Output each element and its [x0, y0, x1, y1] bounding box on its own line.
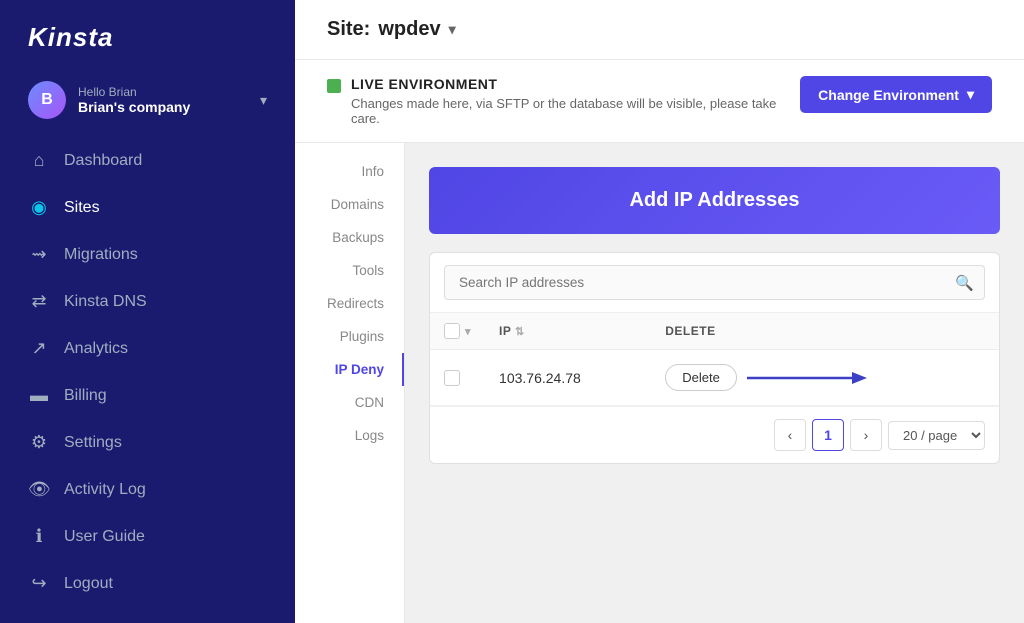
sidebar: Kinsta B Hello Brian Brian's company ▾ ⌂… — [0, 0, 295, 623]
search-input-wrap: 🔍 — [444, 265, 985, 300]
logo: Kinsta — [0, 0, 295, 71]
sidebar-item-analytics[interactable]: ↗ Analytics — [0, 325, 295, 372]
site-chevron-icon: ▾ — [449, 21, 456, 38]
sidebar-item-label: User Guide — [64, 528, 145, 546]
sub-nav-backups[interactable]: Backups — [295, 221, 404, 254]
billing-icon: ▬ — [28, 385, 50, 406]
ip-value: 103.76.24.78 — [485, 350, 651, 406]
env-text: LIVE ENVIRONMENT Changes made here, via … — [351, 76, 800, 126]
content-area: LIVE ENVIRONMENT Changes made here, via … — [295, 60, 1024, 623]
pagination-row: ‹ 1 › 20 / page — [430, 406, 999, 463]
prev-page-button[interactable]: ‹ — [774, 419, 806, 451]
search-bar-row: 🔍 — [430, 253, 999, 313]
sub-nav-tools[interactable]: Tools — [295, 254, 404, 287]
user-greeting: Hello Brian — [78, 85, 248, 99]
checkbox-chevron-icon: ▾ — [465, 325, 471, 338]
ip-sort-icon[interactable]: ⇅ — [515, 326, 525, 338]
delete-row: Delete — [665, 364, 985, 391]
sidebar-item-label: Activity Log — [64, 481, 146, 499]
sub-nav: Info Domains Backups Tools Redirects Plu… — [295, 143, 405, 623]
ip-column-header: IP ⇅ — [485, 313, 651, 350]
site-title[interactable]: Site: wpdev ▾ — [327, 18, 456, 41]
main-area: Site: wpdev ▾ LIVE ENVIRONMENT Changes m… — [295, 0, 1024, 623]
row-checkbox[interactable] — [444, 370, 460, 386]
table-header-row: ▾ IP ⇅ DELETE — [430, 313, 999, 350]
arrow-annotation — [747, 366, 867, 390]
sub-nav-redirects[interactable]: Redirects — [295, 287, 404, 320]
add-ip-label: Add IP Addresses — [629, 189, 799, 211]
sidebar-item-activity-log[interactable]: 👁 Activity Log — [0, 466, 295, 513]
sub-nav-ip-deny[interactable]: IP Deny — [295, 353, 404, 386]
sidebar-item-label: Sites — [64, 199, 100, 217]
search-icon: 🔍 — [955, 274, 974, 292]
env-status-dot — [327, 79, 341, 93]
sub-nav-logs[interactable]: Logs — [295, 419, 404, 452]
sidebar-item-migrations[interactable]: ⇝ Migrations — [0, 231, 295, 278]
add-ip-banner[interactable]: Add IP Addresses — [429, 167, 1000, 234]
sidebar-item-settings[interactable]: ⚙ Settings — [0, 419, 295, 466]
settings-icon: ⚙ — [28, 432, 50, 453]
user-info: Hello Brian Brian's company — [78, 85, 248, 115]
sidebar-item-billing[interactable]: ▬ Billing — [0, 372, 295, 419]
user-section[interactable]: B Hello Brian Brian's company ▾ — [0, 71, 295, 137]
site-name: wpdev — [378, 18, 440, 41]
sidebar-item-label: Logout — [64, 575, 113, 593]
sidebar-item-label: Kinsta DNS — [64, 293, 147, 311]
analytics-icon: ↗ — [28, 338, 50, 359]
search-input[interactable] — [444, 265, 985, 300]
sidebar-item-label: Migrations — [64, 246, 138, 264]
avatar: B — [28, 81, 66, 119]
sidebar-item-sites[interactable]: ◉ Sites — [0, 184, 295, 231]
sidebar-item-label: Settings — [64, 434, 122, 452]
select-all-checkbox[interactable] — [444, 323, 460, 339]
activity-log-icon: 👁 — [28, 479, 50, 500]
site-label: Site: — [327, 18, 370, 41]
delete-cell: Delete — [651, 350, 999, 406]
sub-nav-cdn[interactable]: CDN — [295, 386, 404, 419]
sidebar-item-label: Billing — [64, 387, 107, 405]
sites-icon: ◉ — [28, 197, 50, 218]
main-panel: Add IP Addresses 🔍 — [405, 143, 1024, 623]
main-header: Site: wpdev ▾ — [295, 0, 1024, 60]
delete-button[interactable]: Delete — [665, 364, 737, 391]
env-title: LIVE ENVIRONMENT — [351, 76, 800, 92]
delete-column-header: DELETE — [651, 313, 999, 350]
home-icon: ⌂ — [28, 150, 50, 171]
logout-icon: ↪ — [28, 573, 50, 594]
sidebar-item-logout[interactable]: ↪ Logout — [0, 560, 295, 607]
user-company: Brian's company — [78, 99, 248, 115]
sub-nav-domains[interactable]: Domains — [295, 188, 404, 221]
per-page-select[interactable]: 20 / page — [888, 421, 985, 450]
env-info: LIVE ENVIRONMENT Changes made here, via … — [327, 76, 800, 126]
current-page-button[interactable]: 1 — [812, 419, 844, 451]
ip-table: ▾ IP ⇅ DELETE — [430, 313, 999, 406]
environment-banner: LIVE ENVIRONMENT Changes made here, via … — [295, 60, 1024, 143]
user-guide-icon: ℹ — [28, 526, 50, 547]
panel-area: Info Domains Backups Tools Redirects Plu… — [295, 143, 1024, 623]
sidebar-item-dashboard[interactable]: ⌂ Dashboard — [0, 137, 295, 184]
sidebar-item-label: Dashboard — [64, 152, 142, 170]
sidebar-item-kinsta-dns[interactable]: ⇄ Kinsta DNS — [0, 278, 295, 325]
sub-nav-plugins[interactable]: Plugins — [295, 320, 404, 353]
checkbox-header: ▾ — [430, 313, 485, 350]
change-environment-button[interactable]: Change Environment ▾ — [800, 76, 992, 113]
user-chevron-icon: ▾ — [260, 92, 267, 109]
sidebar-item-user-guide[interactable]: ℹ User Guide — [0, 513, 295, 560]
change-env-chevron-icon: ▾ — [967, 86, 974, 103]
sidebar-item-label: Analytics — [64, 340, 128, 358]
dns-icon: ⇄ — [28, 291, 50, 312]
sub-nav-info[interactable]: Info — [295, 155, 404, 188]
next-page-button[interactable]: › — [850, 419, 882, 451]
ip-table-card: 🔍 ▾ — [429, 252, 1000, 464]
row-checkbox-cell — [430, 350, 485, 406]
migrations-icon: ⇝ — [28, 244, 50, 265]
env-description: Changes made here, via SFTP or the datab… — [351, 96, 800, 126]
table-row: 103.76.24.78 Delete — [430, 350, 999, 406]
